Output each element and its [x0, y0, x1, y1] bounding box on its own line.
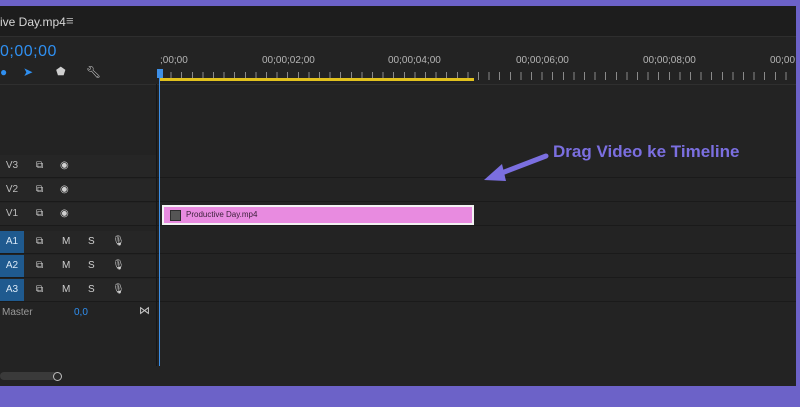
ruler-label: ;00;00 [160, 55, 188, 66]
playhead-line[interactable] [159, 76, 160, 366]
microphone-icon[interactable]: 🎙︎ [112, 284, 125, 296]
master-value[interactable]: 0,0 [74, 307, 88, 318]
solo-button[interactable]: S [88, 260, 95, 272]
ruler-label: 00;00;08;00 [643, 55, 696, 66]
bowtie-icon[interactable]: ⋈ [139, 304, 150, 317]
track-label[interactable]: V2 [0, 179, 24, 201]
work-area-bar[interactable] [160, 78, 474, 81]
track-label[interactable]: A3 [0, 279, 24, 301]
microphone-icon[interactable]: 🎙︎ [112, 236, 125, 248]
film-icon[interactable]: ⧉ [36, 184, 43, 196]
film-icon[interactable]: ⧉ [36, 236, 43, 248]
eye-icon[interactable]: ◉ [60, 160, 69, 172]
solo-button[interactable]: S [88, 236, 95, 248]
track-header: V1 ⧉ ◉ [0, 203, 156, 225]
timeline-panel: ive Day.mp4 ≡ 0;00;00 ● ➤ ⬟ 🔧︎ ;00;00 00… [0, 6, 796, 386]
track-header: V2 ⧉ ◉ [0, 179, 156, 201]
track-label[interactable]: V1 [0, 203, 24, 225]
sequence-tab[interactable]: ive Day.mp4 [0, 15, 66, 29]
mute-button[interactable]: M [62, 260, 70, 272]
eye-icon[interactable]: ◉ [60, 184, 69, 196]
hamburger-icon[interactable]: ≡ [66, 13, 74, 28]
zoom-scroll-handle[interactable] [53, 372, 62, 381]
track-header: A2 ⧉ M S 🎙︎ [0, 255, 156, 277]
wrench-icon[interactable]: 🔧︎ [86, 65, 101, 79]
arrow-icon [484, 153, 549, 181]
microphone-icon[interactable]: 🎙︎ [112, 260, 125, 272]
timecode-display[interactable]: 0;00;00 [0, 43, 57, 61]
track-label[interactable]: V3 [0, 155, 24, 177]
film-icon[interactable]: ⧉ [36, 160, 43, 172]
linked-selection-icon[interactable]: ➤ [23, 65, 33, 79]
film-icon[interactable]: ⧉ [36, 208, 43, 220]
panel-header: ive Day.mp4 ≡ [0, 6, 796, 37]
playhead-handle[interactable] [157, 69, 163, 78]
film-icon[interactable]: ⧉ [36, 284, 43, 296]
clip-fx-icon [170, 210, 181, 221]
video-clip[interactable]: Productive Day.mp4 [162, 205, 474, 225]
mute-button[interactable]: M [62, 236, 70, 248]
annotation-text: Drag Video ke Timeline [553, 142, 740, 161]
track-a3[interactable]: A3 ⧉ M S 🎙︎ [0, 279, 796, 302]
snap-icon[interactable]: ● [0, 65, 7, 79]
track-v2[interactable]: V2 ⧉ ◉ [0, 179, 796, 202]
header-divider [156, 84, 157, 366]
track-a1[interactable]: A1 ⧉ M S 🎙︎ [0, 231, 796, 254]
marker-icon[interactable]: ⬟ [56, 65, 66, 78]
ruler-label: 00;00;02;00 [262, 55, 315, 66]
master-label: Master [2, 307, 33, 318]
track-label[interactable]: A2 [0, 255, 24, 277]
ruler-divider [0, 84, 796, 85]
film-icon[interactable]: ⧉ [36, 260, 43, 272]
track-label[interactable]: A1 [0, 231, 24, 253]
zoom-scrollbar[interactable] [0, 372, 60, 380]
ruler-label: 00;00;1 [770, 55, 796, 66]
ruler-label: 00;00;06;00 [516, 55, 569, 66]
solo-button[interactable]: S [88, 284, 95, 296]
track-header: A1 ⧉ M S 🎙︎ [0, 231, 156, 253]
clip-name: Productive Day.mp4 [186, 210, 258, 219]
eye-icon[interactable]: ◉ [60, 208, 69, 220]
track-header: V3 ⧉ ◉ [0, 155, 156, 177]
track-a2[interactable]: A2 ⧉ M S 🎙︎ [0, 255, 796, 278]
track-header: A3 ⧉ M S 🎙︎ [0, 279, 156, 301]
mute-button[interactable]: M [62, 284, 70, 296]
ruler-label: 00;00;04;00 [388, 55, 441, 66]
